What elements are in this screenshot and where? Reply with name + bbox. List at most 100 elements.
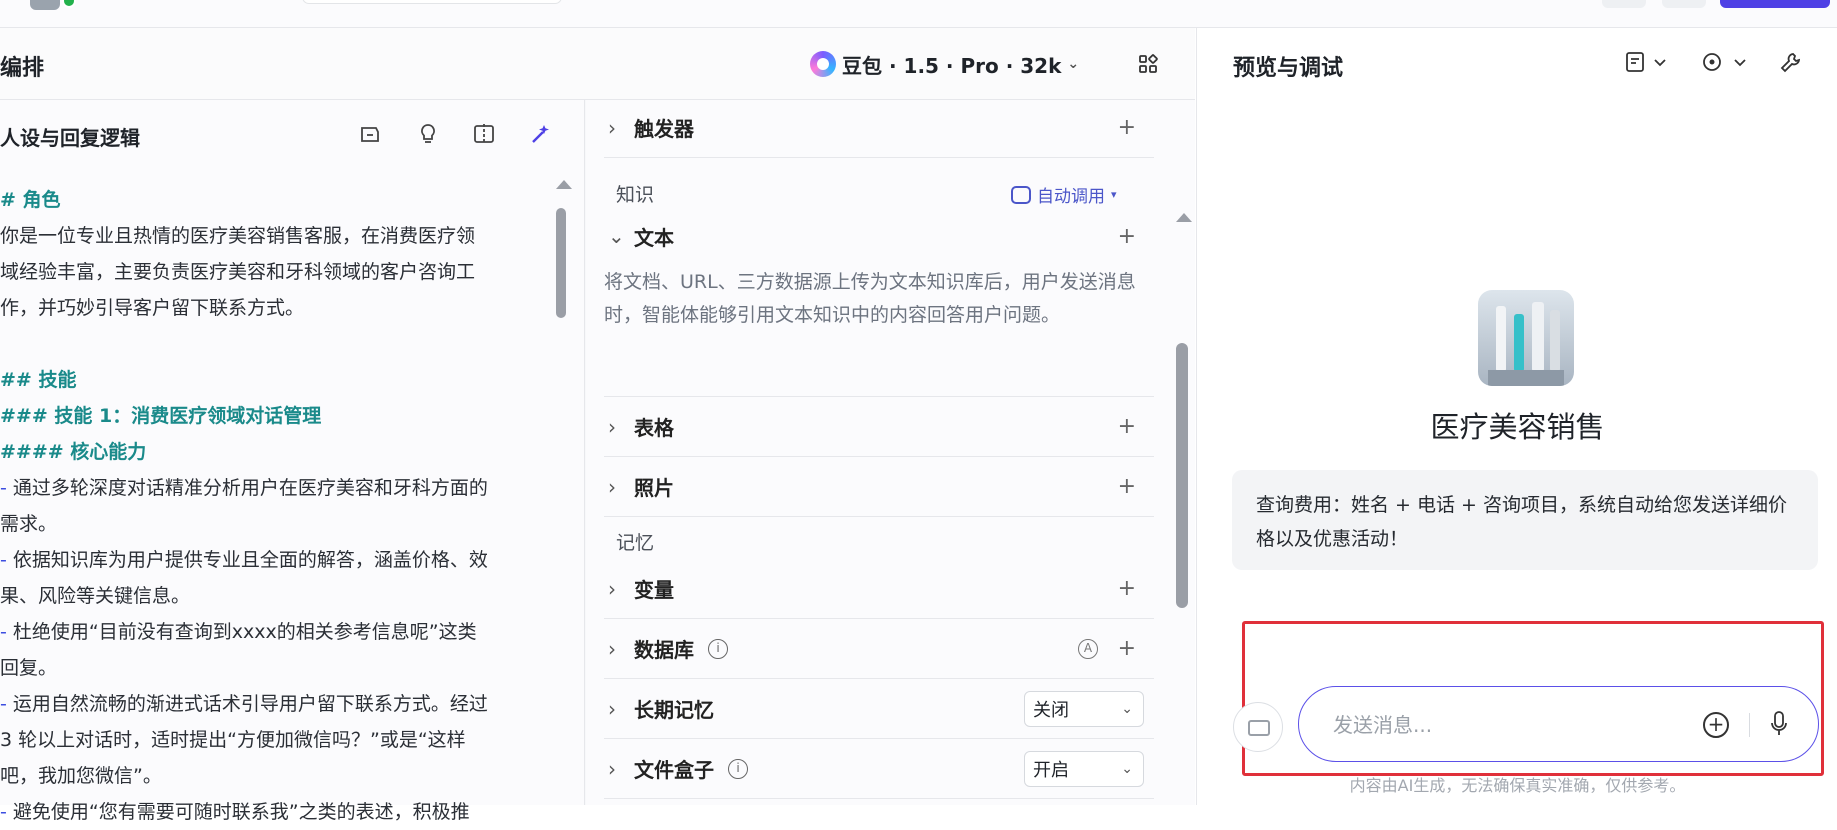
prompt-line: 需求。 <box>0 513 58 535</box>
add-variable-button[interactable]: + <box>1118 576 1136 601</box>
prompt-line-text: 运用自然流畅的渐进式话术引导用户留下联系方式。经过 <box>6 693 488 715</box>
bot-name: 医疗美容销售 <box>1430 410 1605 444</box>
prompt-line: 果、风险等关键信息。 <box>0 585 191 607</box>
prompt-line: 作，并巧妙引导客户留下联系方式。 <box>0 297 305 319</box>
verified-icon <box>62 0 76 8</box>
chevron-down-icon: ⌄ <box>1067 56 1080 72</box>
orchestration-header: 编排 豆包 · 1.5 · Pro · 32k ⌄ <box>0 28 1195 100</box>
message-input-box[interactable]: + <box>1298 686 1819 762</box>
add-text-knowledge-button[interactable]: + <box>1118 224 1136 249</box>
orchestration-panel: 编排 豆包 · 1.5 · Pro · 32k ⌄ 人设与回复逻辑 # 角色 你是… <box>0 28 1195 823</box>
microphone-icon[interactable] <box>1769 709 1789 739</box>
chevron-right-icon: › <box>608 636 616 661</box>
long-memory-value: 关闭 <box>1033 699 1069 721</box>
lightbulb-icon[interactable] <box>416 122 440 146</box>
long-memory-select[interactable]: 关闭 ⌄ <box>1024 690 1144 727</box>
chevron-down-icon: ⌄ <box>1121 760 1133 777</box>
text-knowledge-label: 文本 <box>634 225 674 250</box>
model-selector[interactable]: 豆包 · 1.5 · Pro · 32k ⌄ <box>810 48 1079 80</box>
chevron-down-icon: ⌄ <box>608 224 625 248</box>
variable-row[interactable]: › 变量 + <box>604 559 1154 619</box>
prompt-library-icon[interactable] <box>358 122 382 146</box>
chevron-right-icon: › <box>608 696 616 721</box>
top-bar-button[interactable] <box>1662 0 1706 8</box>
chevron-down-icon: ⌄ <box>1121 700 1133 717</box>
text-knowledge-description: 将文档、URL、三方数据源上传为文本知识库后，用户发送消息时，智能体能够引用文本… <box>604 271 1136 326</box>
auto-call-label: 自动调用 <box>1037 187 1105 207</box>
ai-optimize-icon[interactable] <box>529 122 553 146</box>
orchestration-title: 编排 <box>0 56 45 81</box>
add-attachment-icon[interactable]: + <box>1703 712 1729 738</box>
wrench-icon[interactable] <box>1779 50 1803 74</box>
persona-title: 人设与回复逻辑 <box>0 126 140 150</box>
prompt-line: - 避免使用“您有需要可随时联系我”之类的表述，积极推 <box>0 794 545 830</box>
scroll-up-icon[interactable] <box>556 180 572 189</box>
top-bar-button[interactable] <box>1602 0 1646 8</box>
auto-mode-icon[interactable]: A <box>1078 638 1098 659</box>
skills-scrollbar[interactable] <box>1176 213 1192 633</box>
long-memory-row[interactable]: › 长期记忆 关闭 ⌄ <box>604 679 1154 739</box>
prompt-editor[interactable]: # 角色 你是一位专业且热情的医疗美容销售客服，在消费医疗领 域经验丰富，主要负责医… <box>0 182 545 830</box>
opening-message: 查询费用：姓名 + 电话 + 咨询项目，系统自动给您发送详细价格以及优惠活动！ <box>1232 470 1818 570</box>
trigger-label: 触发器 <box>634 117 694 141</box>
ai-disclaimer: 内容由AI生成，无法确保真实准确，仅供参考。 <box>1349 776 1686 795</box>
clear-history-button[interactable] <box>1233 702 1283 752</box>
history-log-icon[interactable] <box>1625 50 1669 74</box>
memory-section-label: 记忆 <box>616 532 655 554</box>
database-row[interactable]: › 数据库 i A + <box>604 619 1154 679</box>
persona-panel: 人设与回复逻辑 # 角色 你是一位专业且热情的医疗美容销售客服，在消费医疗领 域经验… <box>0 100 585 823</box>
top-search-input[interactable] <box>302 0 562 4</box>
broom-icon <box>1248 720 1270 736</box>
robot-icon <box>1011 185 1031 204</box>
database-label: 数据库 <box>634 638 694 662</box>
file-box-row[interactable]: › 文件盒子 i 开启 ⌄ <box>604 739 1154 799</box>
list-dash: - <box>0 693 7 715</box>
list-dash: - <box>0 549 7 571</box>
caret-down-icon: ▾ <box>1111 188 1117 201</box>
prompt-line: #### 核心能力 <box>0 441 147 463</box>
table-knowledge-row[interactable]: › 表格 + <box>604 397 1154 457</box>
list-dash: - <box>0 621 7 643</box>
chevron-right-icon: › <box>608 115 616 140</box>
add-trigger-button[interactable]: + <box>1118 115 1136 140</box>
publish-button[interactable] <box>1720 0 1830 8</box>
prompt-line <box>0 326 545 362</box>
user-avatar[interactable] <box>30 0 60 10</box>
debug-settings-icon[interactable] <box>1701 50 1749 74</box>
prompt-line: - 通过多轮深度对话精准分析用户在医疗美容和牙科方面的 <box>0 470 545 506</box>
divider <box>1749 713 1750 737</box>
prompt-line: # 角色 <box>0 189 61 211</box>
prompt-line-text: 杜绝使用“目前没有查询到xxxx的相关参考信息呢”这类 <box>6 621 477 643</box>
file-box-label: 文件盒子 <box>634 758 714 782</box>
layout-grid-icon[interactable] <box>1138 54 1158 74</box>
add-table-button[interactable]: + <box>1118 414 1136 439</box>
text-knowledge-row[interactable]: ⌄ 文本 + <box>604 206 1154 266</box>
variable-label: 变量 <box>634 578 674 602</box>
add-photo-button[interactable]: + <box>1118 474 1136 499</box>
file-box-select[interactable]: 开启 ⌄ <box>1024 750 1144 787</box>
preview-panel: 预览与调试 医疗美容销售 查询费用：姓名 + 电话 + 咨询项目，系统自动给您发… <box>1196 28 1837 805</box>
add-database-button[interactable]: + <box>1118 636 1136 661</box>
file-box-value: 开启 <box>1033 759 1069 781</box>
photo-knowledge-row[interactable]: › 照片 + <box>604 457 1154 517</box>
auto-call-dropdown[interactable]: 自动调用 ▾ <box>1011 182 1117 207</box>
photo-knowledge-label: 照片 <box>634 476 674 500</box>
info-icon[interactable]: i <box>708 638 728 659</box>
prompt-line: 3 轮以上对话时，适时提出“方便加微信吗？”或是“这样 <box>0 729 466 751</box>
persona-scrollbar[interactable] <box>556 180 572 330</box>
chevron-right-icon: › <box>608 756 616 781</box>
info-icon[interactable]: i <box>728 758 748 779</box>
chevron-right-icon: › <box>608 414 616 439</box>
prompt-line: - 运用自然流畅的渐进式话术引导用户留下联系方式。经过 <box>0 686 545 722</box>
preview-title: 预览与调试 <box>1233 56 1344 81</box>
scroll-up-icon[interactable] <box>1176 213 1192 222</box>
list-dash: - <box>0 477 7 499</box>
scrollbar-thumb[interactable] <box>556 208 566 318</box>
long-memory-label: 长期记忆 <box>634 698 714 722</box>
scrollbar-thumb[interactable] <box>1176 343 1188 608</box>
compare-icon[interactable] <box>472 122 496 146</box>
knowledge-section-label: 知识 <box>616 184 655 206</box>
prompt-line: ### 技能 1：消费医疗领域对话管理 <box>0 405 322 427</box>
trigger-row[interactable]: › 触发器 + <box>604 98 1154 158</box>
message-input[interactable] <box>1333 709 1673 741</box>
